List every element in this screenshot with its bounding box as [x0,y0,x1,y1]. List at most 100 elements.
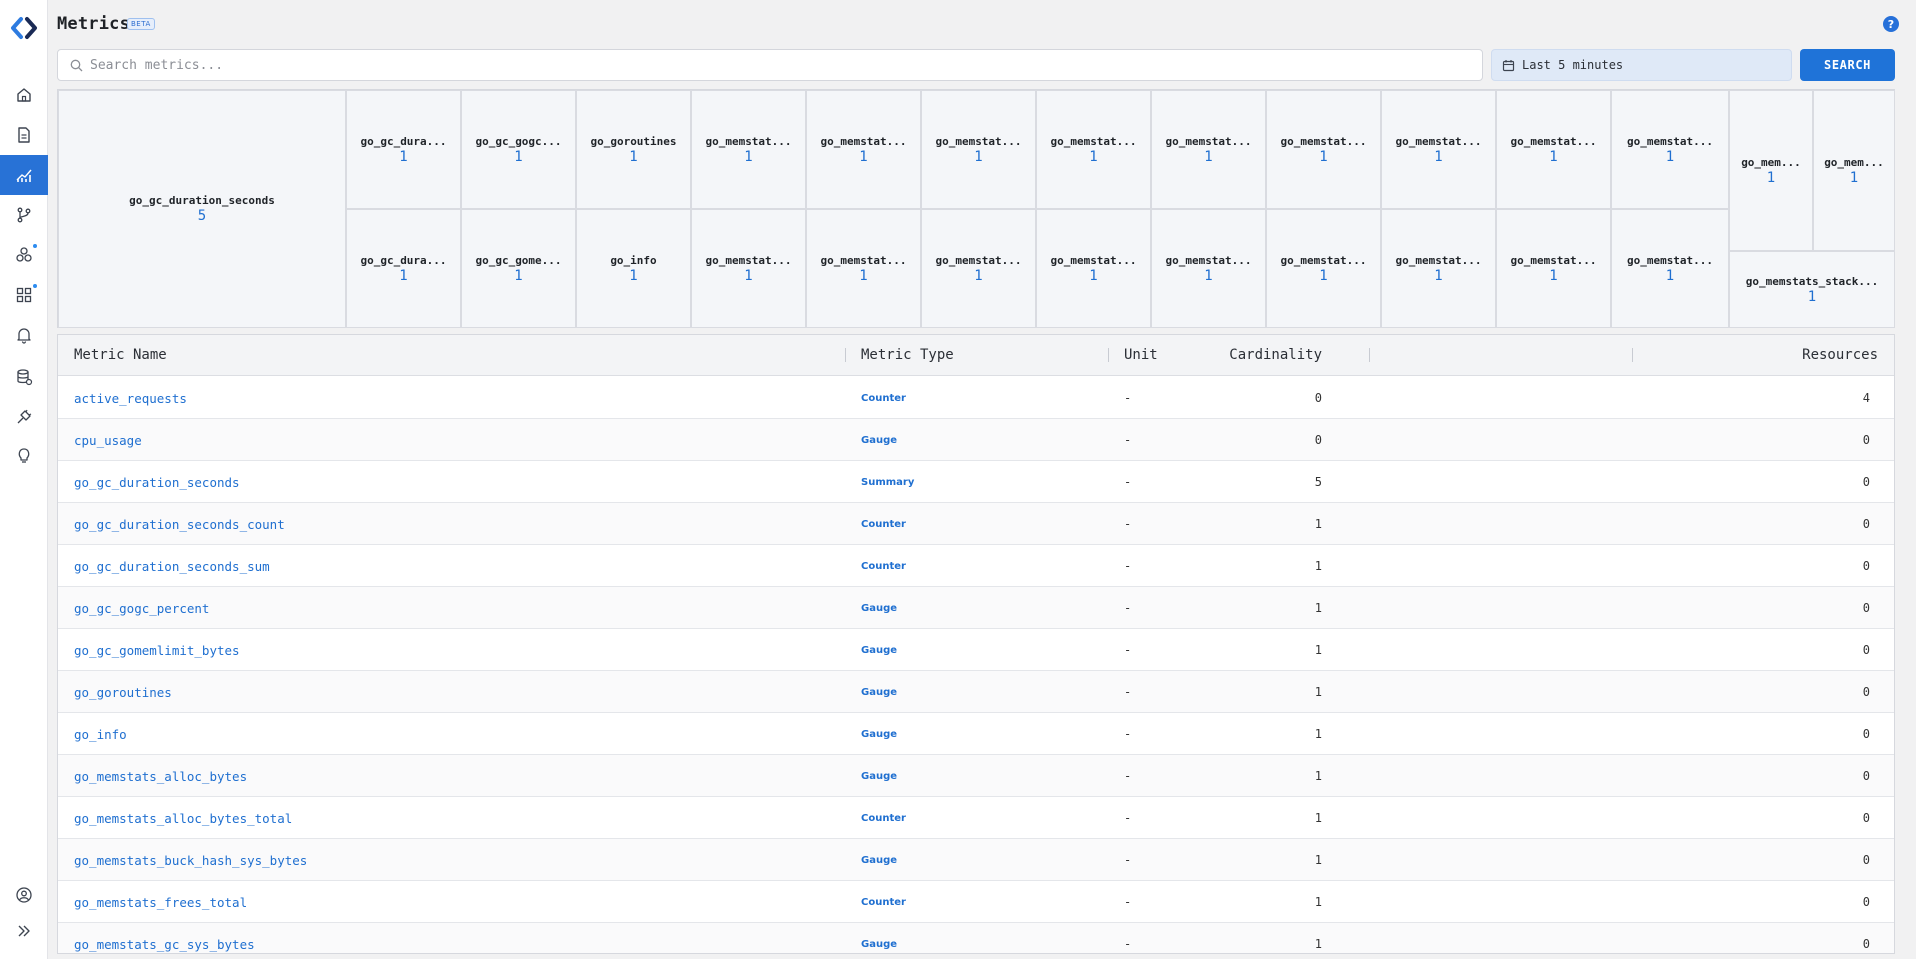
sidebar-item-metrics[interactable] [0,155,48,195]
database-icon [17,369,33,386]
table-row[interactable]: go_goroutines Gauge - 1 0 [58,671,1894,713]
metric-name-link[interactable]: go_memstats_alloc_bytes_total [74,811,292,826]
treemap-tile[interactable]: go_memstat... 1 [1381,209,1496,328]
treemap-tile[interactable]: go_goroutines 1 [576,90,691,209]
sidebar-item-home[interactable] [0,75,48,115]
treemap-tile[interactable]: go_memstat... 1 [691,90,806,209]
metric-name-link[interactable]: active_requests [74,391,187,406]
treemap-tile[interactable]: go_mem... 1 [1813,90,1895,251]
treemap-tile[interactable]: go_memstats_stack... 1 [1729,251,1895,328]
table-row[interactable]: go_memstats_frees_total Counter - 1 0 [58,881,1894,923]
metric-name-link[interactable]: go_goroutines [74,685,172,700]
table-row[interactable]: go_gc_duration_seconds Summary - 5 0 [58,461,1894,503]
treemap-tile-count: 1 [1807,288,1817,305]
column-resize-handle[interactable] [1369,348,1370,362]
treemap-tile[interactable]: go_memstat... 1 [921,90,1036,209]
metric-unit: - [1124,391,1132,405]
treemap-tile[interactable]: go_memstat... 1 [1036,90,1151,209]
treemap-tile-name: go_gc_dura... [360,253,447,267]
table-row[interactable]: go_gc_duration_seconds_count Counter - 1 0 [58,503,1894,545]
treemap-tile[interactable]: go_memstat... 1 [806,209,921,328]
metric-cardinality: 1 [1314,517,1322,531]
treemap-tile-name: go_memstat... [1626,134,1714,148]
treemap-tile[interactable]: go_gc_dura... 1 [346,90,461,209]
treemap-tile[interactable]: go_memstat... 1 [921,209,1036,328]
table-row[interactable]: go_gc_duration_seconds_sum Counter - 1 0 [58,545,1894,587]
sidebar-item-traces[interactable] [0,195,48,235]
table-row[interactable]: go_memstats_alloc_bytes_total Counter - 1 0 [58,797,1894,839]
sidebar-item-account[interactable] [0,875,48,915]
treemap-tile[interactable]: go_memstat... 1 [1266,90,1381,209]
metric-resources: 0 [1862,727,1870,741]
treemap-tile[interactable]: go_memstat... 1 [1381,90,1496,209]
sidebar-item-integrations[interactable] [0,397,48,437]
plug-icon [17,409,32,424]
column-header-resources[interactable]: Resources [1802,347,1878,363]
treemap-tile-name: go_gc_gogc... [475,134,562,148]
sidebar-expand-button[interactable] [0,911,48,951]
treemap-tile[interactable]: go_memstat... 1 [1611,209,1729,328]
sidebar-item-insights[interactable] [0,435,48,475]
column-header-metric-type[interactable]: Metric Type [861,347,954,363]
column-resize-handle[interactable] [845,348,846,362]
treemap-tile[interactable]: go_mem... 1 [1729,90,1813,251]
sidebar-item-dashboards[interactable] [0,275,48,315]
metric-name-link[interactable]: go_memstats_alloc_bytes [74,769,247,784]
metric-type-badge: Counter [861,519,906,530]
treemap-tile[interactable]: go_memstat... 1 [1496,90,1611,209]
treemap-tile-name: go_memstat... [1395,134,1482,148]
column-header-metric-name[interactable]: Metric Name [74,347,167,363]
metric-name-link[interactable]: go_gc_duration_seconds_sum [74,559,270,574]
treemap-tile[interactable]: go_gc_gome... 1 [461,209,576,328]
treemap-tile[interactable]: go_memstat... 1 [1496,209,1611,328]
metric-name-link[interactable]: go_gc_duration_seconds [74,475,240,490]
treemap-tile[interactable]: go_memstat... 1 [1611,90,1729,209]
treemap-tile[interactable]: go_memstat... 1 [691,209,806,328]
help-icon[interactable]: ? [1883,16,1899,32]
table-row[interactable]: go_info Gauge - 1 0 [58,713,1894,755]
column-header-unit[interactable]: Unit [1124,347,1158,363]
search-field[interactable] [57,49,1483,81]
table-row[interactable]: go_gc_gomemlimit_bytes Gauge - 1 0 [58,629,1894,671]
treemap-tile[interactable]: go_memstat... 1 [806,90,921,209]
treemap-tile[interactable]: go_gc_gogc... 1 [461,90,576,209]
treemap-tile[interactable]: go_info 1 [576,209,691,328]
metric-name-link[interactable]: go_info [74,727,127,742]
treemap-tile-name: go_memstat... [820,253,907,267]
time-range-picker[interactable]: Last 5 minutes [1491,49,1792,81]
table-row[interactable]: active_requests Counter - 0 4 [58,377,1894,419]
table-row[interactable]: go_memstats_gc_sys_bytes Gauge - 1 0 [58,923,1894,953]
metric-name-link[interactable]: go_memstats_buck_hash_sys_bytes [74,853,307,868]
metric-resources: 0 [1862,643,1870,657]
treemap-tile-count: 1 [859,148,868,165]
metric-name-link[interactable]: cpu_usage [74,433,142,448]
treemap-tile-count: 1 [1434,148,1443,165]
app-logo[interactable] [8,12,40,44]
metric-name-link[interactable]: go_gc_gogc_percent [74,601,209,616]
metric-name-link[interactable]: go_gc_duration_seconds_count [74,517,285,532]
table-row[interactable]: go_memstats_buck_hash_sys_bytes Gauge - 1 0 [58,839,1894,881]
metric-name-link[interactable]: go_memstats_gc_sys_bytes [74,937,255,952]
metric-name-link[interactable]: go_memstats_frees_total [74,895,247,910]
treemap-tile-large[interactable]: go_gc_duration_seconds 5 [58,90,346,328]
search-input[interactable] [90,57,1482,73]
sidebar-item-logs[interactable] [0,115,48,155]
search-button[interactable]: SEARCH [1800,49,1895,81]
column-header-cardinality[interactable]: Cardinality [1229,347,1322,363]
sidebar-item-alerts[interactable] [0,315,48,355]
treemap-tile[interactable]: go_memstat... 1 [1266,209,1381,328]
treemap-tile-name: go_gc_duration_seconds [129,194,275,207]
sidebar-item-services[interactable] [0,235,48,275]
treemap-tile[interactable]: go_memstat... 1 [1151,90,1266,209]
column-resize-handle[interactable] [1108,348,1109,362]
column-resize-handle[interactable] [1632,348,1633,362]
table-row[interactable]: cpu_usage Gauge - 0 0 [58,419,1894,461]
treemap-tile[interactable]: go_memstat... 1 [1151,209,1266,328]
treemap-tile[interactable]: go_gc_dura... 1 [346,209,461,328]
sidebar-item-databases[interactable] [0,357,48,397]
table-row[interactable]: go_memstats_alloc_bytes Gauge - 1 0 [58,755,1894,797]
metric-name-link[interactable]: go_gc_gomemlimit_bytes [74,643,240,658]
table-row[interactable]: go_gc_gogc_percent Gauge - 1 0 [58,587,1894,629]
user-icon [16,887,32,903]
treemap-tile[interactable]: go_memstat... 1 [1036,209,1151,328]
